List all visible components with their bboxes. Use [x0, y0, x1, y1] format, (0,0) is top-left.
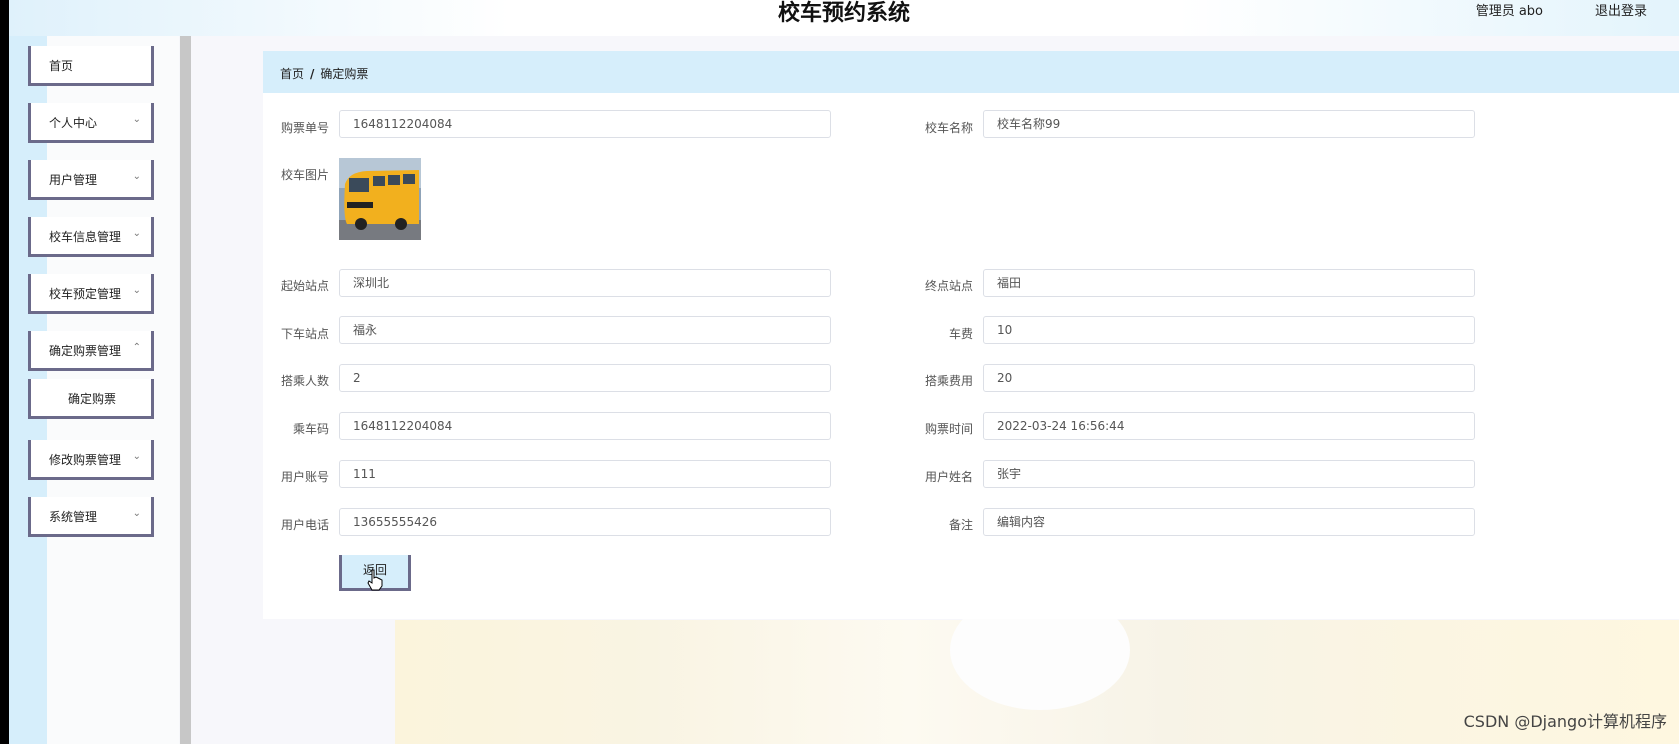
start-station-label: 起始站点 [280, 279, 329, 293]
bus-name-field[interactable]: 校车名称99 [983, 110, 1475, 138]
breadcrumb-home[interactable]: 首页 [280, 67, 304, 81]
chevron-down-icon: ⌄ [132, 171, 141, 182]
breadcrumb-current: 确定购票 [320, 67, 369, 81]
app-root: 校车预约系统 管理员 abo 退出登录 首页 个人中心 ⌄ 用户管理 ⌄ 校车信… [0, 0, 1679, 744]
end-station-field[interactable]: 福田 [983, 269, 1475, 297]
sidebar-item-label: 校车信息管理 [49, 230, 122, 244]
sidebar-item-label: 修改购票管理 [49, 453, 122, 467]
ticket-no-label: 购票单号 [280, 121, 329, 135]
purchase-time-label: 购票时间 [924, 422, 973, 436]
chevron-down-icon: ⌄ [132, 508, 141, 519]
chevron-down-icon: ⌄ [132, 228, 141, 239]
sidebar-item-confirm-ticket-management[interactable]: 确定购票管理 ⌃ [28, 331, 154, 371]
sidebar-item-home[interactable]: 首页 [28, 46, 154, 86]
watermark-text: CSDN @Django计算机程序 [1463, 712, 1667, 731]
ride-code-field[interactable]: 1648112204084 [339, 412, 831, 440]
hand-pointer-icon [367, 569, 383, 591]
window-edge [0, 0, 9, 744]
app-title: 校车预约系统 [777, 1, 910, 26]
user-account-field[interactable]: 111 [339, 460, 831, 488]
breadcrumb: 首页 / 确定购票 [280, 65, 368, 82]
school-bus-image [339, 158, 421, 240]
user-account-label: 用户账号 [280, 470, 329, 484]
drop-station-label: 下车站点 [280, 327, 329, 341]
sidebar-item-label: 首页 [49, 59, 74, 73]
user-phone-label: 用户电话 [280, 518, 329, 532]
sidebar-item-label: 校车预定管理 [49, 287, 122, 301]
chevron-down-icon: ⌄ [132, 285, 141, 296]
sidebar-item-personal-center[interactable]: 个人中心 ⌄ [28, 103, 154, 143]
end-station-label: 终点站点 [924, 279, 973, 293]
purchase-time-field[interactable]: 2022-03-24 16:56:44 [983, 412, 1475, 440]
sidebar-item-label: 用户管理 [49, 173, 98, 187]
passengers-label: 搭乘人数 [280, 374, 329, 388]
sidebar-item-bus-booking-management[interactable]: 校车预定管理 ⌄ [28, 274, 154, 314]
user-phone-field[interactable]: 13655555426 [339, 508, 831, 536]
chevron-down-icon: ⌄ [132, 114, 141, 125]
breadcrumb-bar: 首页 / 确定购票 [263, 51, 1679, 93]
current-user: 管理员 abo [1475, 4, 1543, 19]
detail-panel: 首页 / 确定购票 购票单号 1648112204084 校车名称 校车名称99 校… [263, 51, 1679, 619]
total-fee-field[interactable]: 20 [983, 364, 1475, 392]
sidebar-scrollbar[interactable] [180, 36, 191, 744]
sidebar-subitem-confirm-ticket[interactable]: 确定购票 [28, 379, 154, 419]
ride-code-label: 乘车码 [292, 422, 329, 436]
sidebar-item-bus-info-management[interactable]: 校车信息管理 ⌄ [28, 217, 154, 257]
bus-image-label: 校车图片 [280, 168, 329, 182]
passengers-field[interactable]: 2 [339, 364, 831, 392]
sidebar-item-label: 确定购票 [68, 392, 117, 406]
sidebar-item-label: 确定购票管理 [49, 344, 122, 358]
ticket-no-field[interactable]: 1648112204084 [339, 110, 831, 138]
remark-label: 备注 [948, 518, 973, 532]
breadcrumb-separator: / [310, 67, 315, 81]
start-station-field[interactable]: 深圳北 [339, 269, 831, 297]
chevron-down-icon: ⌄ [132, 451, 141, 462]
drop-station-field[interactable]: 福永 [339, 316, 831, 344]
user-name-label: 用户姓名 [924, 470, 973, 484]
fare-field[interactable]: 10 [983, 316, 1475, 344]
top-header: 校车预约系统 管理员 abo 退出登录 [9, 0, 1679, 36]
bus-name-label: 校车名称 [924, 121, 973, 135]
remark-field[interactable]: 编辑内容 [983, 508, 1475, 536]
total-fee-label: 搭乘费用 [924, 374, 973, 388]
user-name-field[interactable]: 张宇 [983, 460, 1475, 488]
sidebar-item-user-management[interactable]: 用户管理 ⌄ [28, 160, 154, 200]
sidebar-item-modify-ticket-management[interactable]: 修改购票管理 ⌄ [28, 440, 154, 480]
sidebar-item-system-management[interactable]: 系统管理 ⌄ [28, 497, 154, 537]
chevron-up-icon: ⌃ [132, 342, 141, 353]
sidebar-item-label: 个人中心 [49, 116, 98, 130]
sidebar-item-label: 系统管理 [49, 510, 98, 524]
logout-link[interactable]: 退出登录 [1595, 2, 1647, 22]
fare-label: 车费 [948, 327, 973, 341]
